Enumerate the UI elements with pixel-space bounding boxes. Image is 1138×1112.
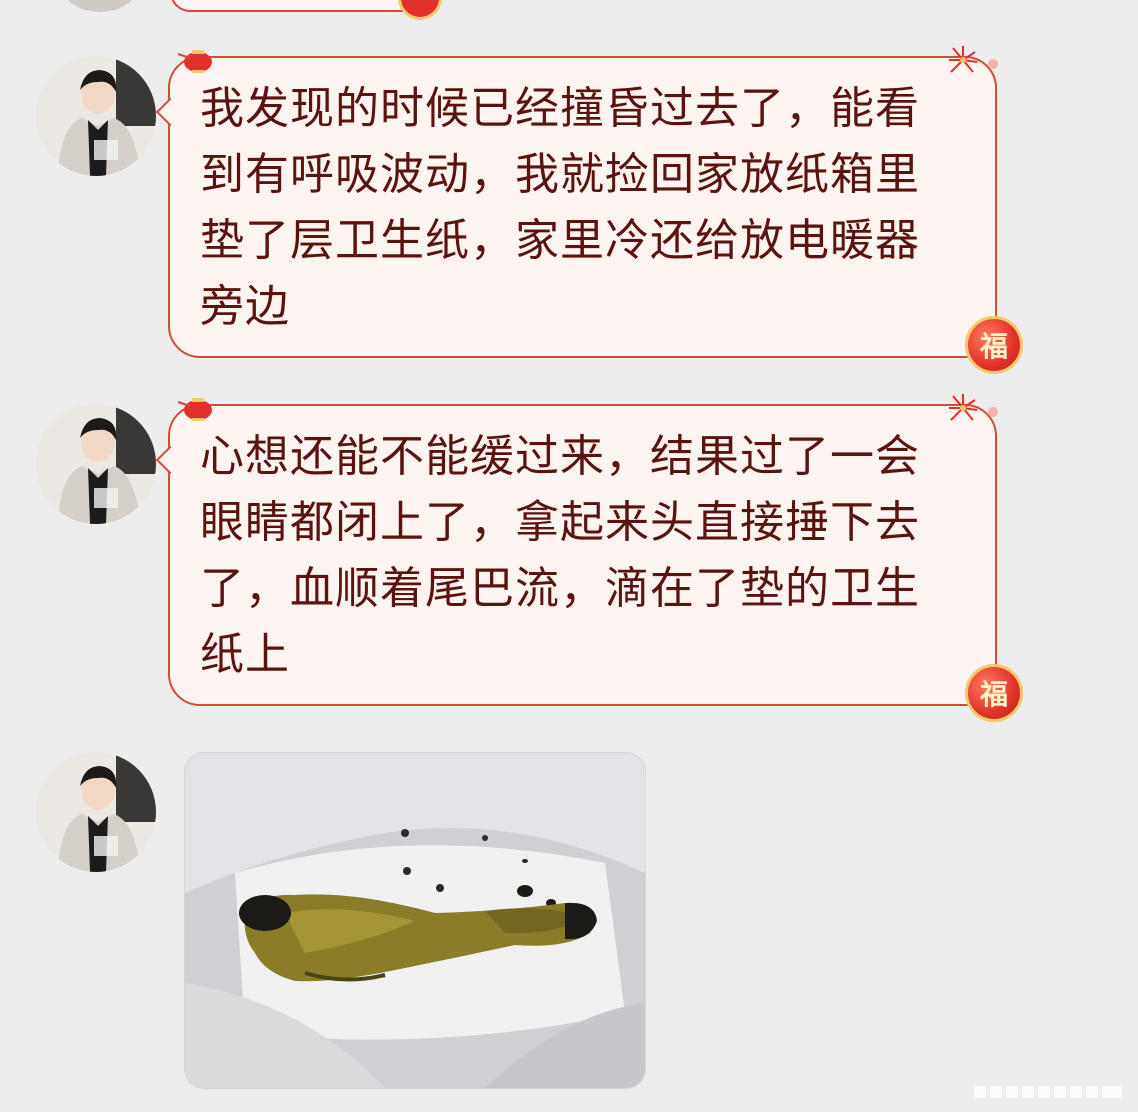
lantern-decoration-icon <box>177 50 212 73</box>
watermark-icon <box>974 1086 1122 1098</box>
bubble-tail <box>155 445 185 475</box>
lantern-decoration-icon <box>177 398 212 421</box>
dead-bird-photo <box>185 753 645 1088</box>
avatar[interactable] <box>36 56 156 176</box>
avatar-image <box>36 56 156 176</box>
firework-decoration-icon <box>949 46 998 73</box>
message-text: 我发现的时候已经撞昏过去了，能看到有呼吸波动，我就捡回家放纸箱里垫了层卫生纸，家… <box>200 83 920 332</box>
avatar[interactable] <box>60 0 140 12</box>
firework-decoration-icon <box>949 394 998 421</box>
bubble-tail <box>155 97 185 127</box>
message-bubble[interactable]: 心想还能不能缓过来，结果过了一会眼睛都闭上了，拿起来头直接捶下去了，血顺着尾巴流… <box>155 394 1023 722</box>
avatar[interactable] <box>36 404 156 524</box>
fu-badge-icon: 福 <box>965 316 1023 374</box>
message-bubble[interactable]: 我发现的时候已经撞昏过去了，能看到有呼吸波动，我就捡回家放纸箱里垫了层卫生纸，家… <box>155 46 1023 374</box>
message-text: 心想还能不能缓过来，结果过了一会眼睛都闭上了，拿起来头直接捶下去了，血顺着尾巴流… <box>200 431 920 680</box>
message-bubble-partial <box>170 0 424 12</box>
avatar-image <box>36 752 156 872</box>
avatar[interactable] <box>36 752 156 872</box>
fu-badge-icon: 福 <box>965 664 1023 722</box>
message-photo[interactable] <box>184 752 646 1089</box>
fu-badge-icon <box>398 0 442 20</box>
avatar-image <box>36 404 156 524</box>
